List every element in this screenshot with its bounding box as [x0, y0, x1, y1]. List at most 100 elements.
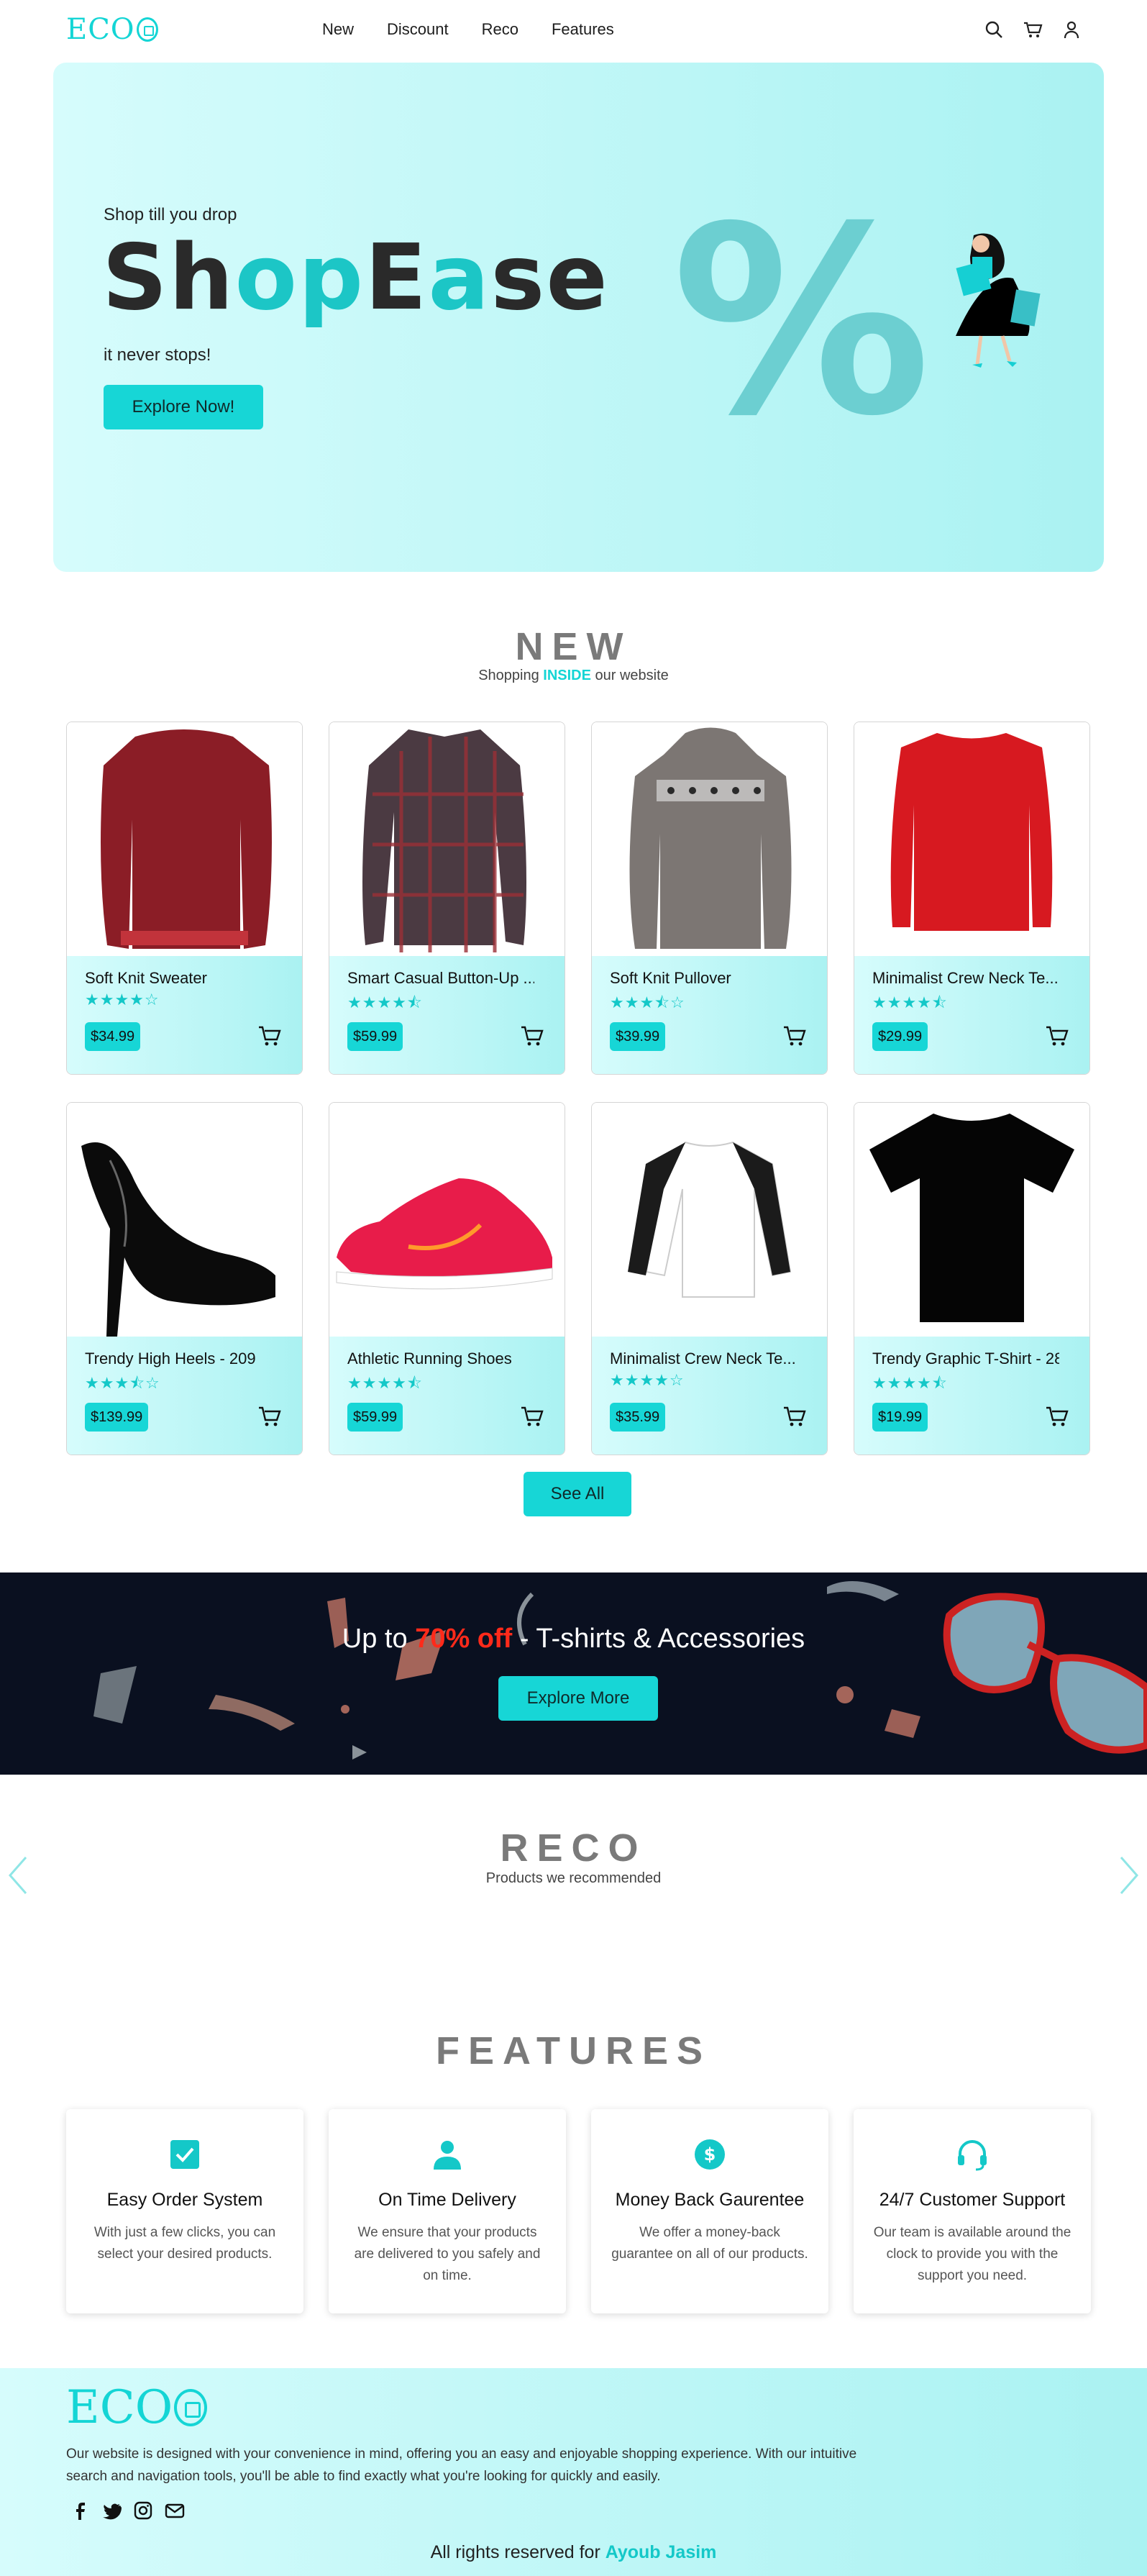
add-to-cart-icon[interactable]	[1045, 1024, 1069, 1047]
facebook-icon[interactable]	[69, 2500, 91, 2521]
product-rating: ★★★★☆	[610, 1371, 685, 1389]
high-heels-icon	[67, 1103, 302, 1337]
product-card[interactable]: Minimalist Crew Neck Te... ★★★★⯪ $29.99	[854, 722, 1090, 1075]
confetti-decoration	[93, 1581, 1147, 1760]
social-links	[69, 2500, 186, 2521]
percent-sign: %	[672, 206, 931, 437]
explore-more-button[interactable]: Explore More	[498, 1676, 658, 1721]
product-rating: ★★★★⯪	[872, 1374, 948, 1392]
product-name: Athletic Running Shoes	[347, 1350, 512, 1367]
product-card[interactable]: Athletic Running Shoes ★★★★⯪ $59.99	[329, 1102, 565, 1455]
product-price: $19.99	[872, 1403, 928, 1432]
add-to-cart-icon[interactable]	[520, 1024, 544, 1047]
product-rating: ★★★⯪☆	[85, 1374, 160, 1392]
cart-icon[interactable]	[1022, 19, 1043, 40]
product-name: Smart Casual Button-Up ...	[347, 969, 534, 987]
add-to-cart-icon[interactable]	[782, 1024, 807, 1047]
new-section-title: NEW	[515, 625, 632, 668]
add-to-cart-icon[interactable]	[257, 1024, 282, 1047]
explore-now-button[interactable]: Explore Now!	[104, 385, 263, 429]
feature-card-on-time-delivery: On Time Delivery We ensure that your pro…	[329, 2109, 566, 2313]
product-name: Trendy High Heels - 209	[85, 1350, 256, 1367]
product-name: Minimalist Crew Neck Te...	[610, 1350, 796, 1367]
running-shoe-icon	[329, 1103, 565, 1337]
person-icon	[431, 2138, 464, 2171]
product-price: $59.99	[347, 1022, 403, 1051]
plaid-shirt-icon	[329, 722, 565, 956]
logo-text: ECO	[66, 13, 135, 46]
nav-link-reco[interactable]: Reco	[482, 20, 518, 39]
feature-description: We ensure that your products are deliver…	[354, 2225, 541, 2283]
product-rating: ★★★★⯪	[347, 1374, 423, 1392]
nav-link-features[interactable]: Features	[552, 20, 614, 39]
site-logo[interactable]: ECO	[66, 13, 158, 46]
product-price: $34.99	[85, 1022, 141, 1051]
see-all-button[interactable]: See All	[524, 1472, 631, 1516]
footer-description: Our website is designed with your conven…	[66, 2447, 857, 2484]
add-to-cart-icon[interactable]	[1045, 1405, 1069, 1428]
nav-icons	[983, 19, 1082, 40]
instagram-icon[interactable]	[132, 2500, 154, 2521]
product-name: Trendy Graphic T-Shirt - 28	[872, 1350, 1059, 1367]
feature-card-customer-support: 24/7 Customer Support Our team is availa…	[854, 2109, 1091, 2313]
nav-links: New Discount Reco Features	[322, 20, 647, 39]
feature-title: On Time Delivery	[378, 2190, 516, 2210]
author-link[interactable]: Ayoub Jasim	[606, 2542, 717, 2562]
logo-bag-icon	[174, 2389, 208, 2426]
red-crewneck-icon	[854, 722, 1089, 956]
sunglasses-decoration	[943, 1593, 1147, 1754]
product-card[interactable]: Soft Knit Sweater ★★★★☆ $34.99	[66, 722, 303, 1075]
grey-pullover-icon	[592, 722, 827, 956]
add-to-cart-icon[interactable]	[782, 1405, 807, 1428]
raglan-tee-icon	[592, 1103, 827, 1337]
product-rating: ★★★⯪☆	[610, 993, 685, 1011]
copyright-text: All rights reserved for Ayoub Jasim	[430, 2542, 717, 2562]
hero-banner: Shop till you drop ShopEase it never sto…	[53, 63, 1104, 572]
add-to-cart-icon[interactable]	[520, 1405, 544, 1428]
footer-logo[interactable]: ECO	[66, 2381, 208, 2434]
add-to-cart-icon[interactable]	[257, 1405, 282, 1428]
product-price: $39.99	[610, 1022, 666, 1051]
product-price: $29.99	[872, 1022, 928, 1051]
headset-icon	[956, 2138, 989, 2171]
logo-bag-icon	[136, 17, 158, 42]
product-rating: ★★★★⯪	[872, 993, 948, 1011]
hero-tagline: Shop till you drop	[104, 205, 237, 224]
feature-card-easy-order: Easy Order System With just a few clicks…	[66, 2109, 303, 2313]
feature-card-money-back: $ Money Back Gaurentee We offer a money-…	[591, 2109, 828, 2313]
feature-title: Money Back Gaurentee	[615, 2190, 805, 2210]
nav-link-new[interactable]: New	[322, 20, 354, 39]
twitter-icon[interactable]	[101, 2500, 122, 2521]
reco-section-title: RECO	[500, 1826, 647, 1870]
product-name: Soft Knit Pullover	[610, 969, 731, 987]
product-name: Soft Knit Sweater	[85, 969, 207, 987]
product-card[interactable]: Trendy Graphic T-Shirt - 28 ★★★★⯪ $19.99	[854, 1102, 1090, 1455]
product-card[interactable]: Smart Casual Button-Up ... ★★★★⯪ $59.99	[329, 722, 565, 1075]
carousel-prev-chevron-icon[interactable]	[7, 1854, 29, 1896]
feature-description: We offer a money-back guarantee on all o…	[611, 2225, 808, 2262]
carousel-next-chevron-icon[interactable]	[1118, 1854, 1140, 1896]
product-price: $35.99	[610, 1403, 666, 1432]
product-card[interactable]: Minimalist Crew Neck Te... ★★★★☆ $35.99	[591, 1102, 828, 1455]
reco-section-subtitle: Products we recommended	[485, 1870, 662, 1886]
feature-title: Easy Order System	[106, 2190, 263, 2210]
product-price: $139.99	[85, 1403, 149, 1432]
feature-title: 24/7 Customer Support	[879, 2190, 1066, 2210]
product-price: $59.99	[347, 1403, 403, 1432]
product-rating: ★★★★⯪	[347, 993, 423, 1011]
search-icon[interactable]	[983, 19, 1005, 40]
nav-link-discount[interactable]: Discount	[387, 20, 449, 39]
user-icon[interactable]	[1061, 19, 1082, 40]
product-card[interactable]: Soft Knit Pullover ★★★⯪☆ $39.99	[591, 722, 828, 1075]
email-icon[interactable]	[164, 2500, 186, 2521]
promo-headline: Up to 70% off - T-shirts & Accessories	[342, 1624, 805, 1654]
site-footer: ECO Our website is designed with your co…	[0, 2368, 1147, 2576]
product-card[interactable]: Trendy High Heels - 209 ★★★⯪☆ $139.99	[66, 1102, 303, 1455]
shopping-woman-figure	[956, 233, 1041, 368]
dollar-coin-icon: $	[693, 2138, 726, 2171]
hero-illustration: %	[672, 171, 1046, 473]
svg-text:$: $	[704, 2144, 716, 2165]
checkbox-icon	[168, 2138, 201, 2171]
new-section-subtitle: Shopping INSIDE our website	[478, 668, 669, 683]
product-name: Minimalist Crew Neck Te...	[872, 969, 1059, 987]
